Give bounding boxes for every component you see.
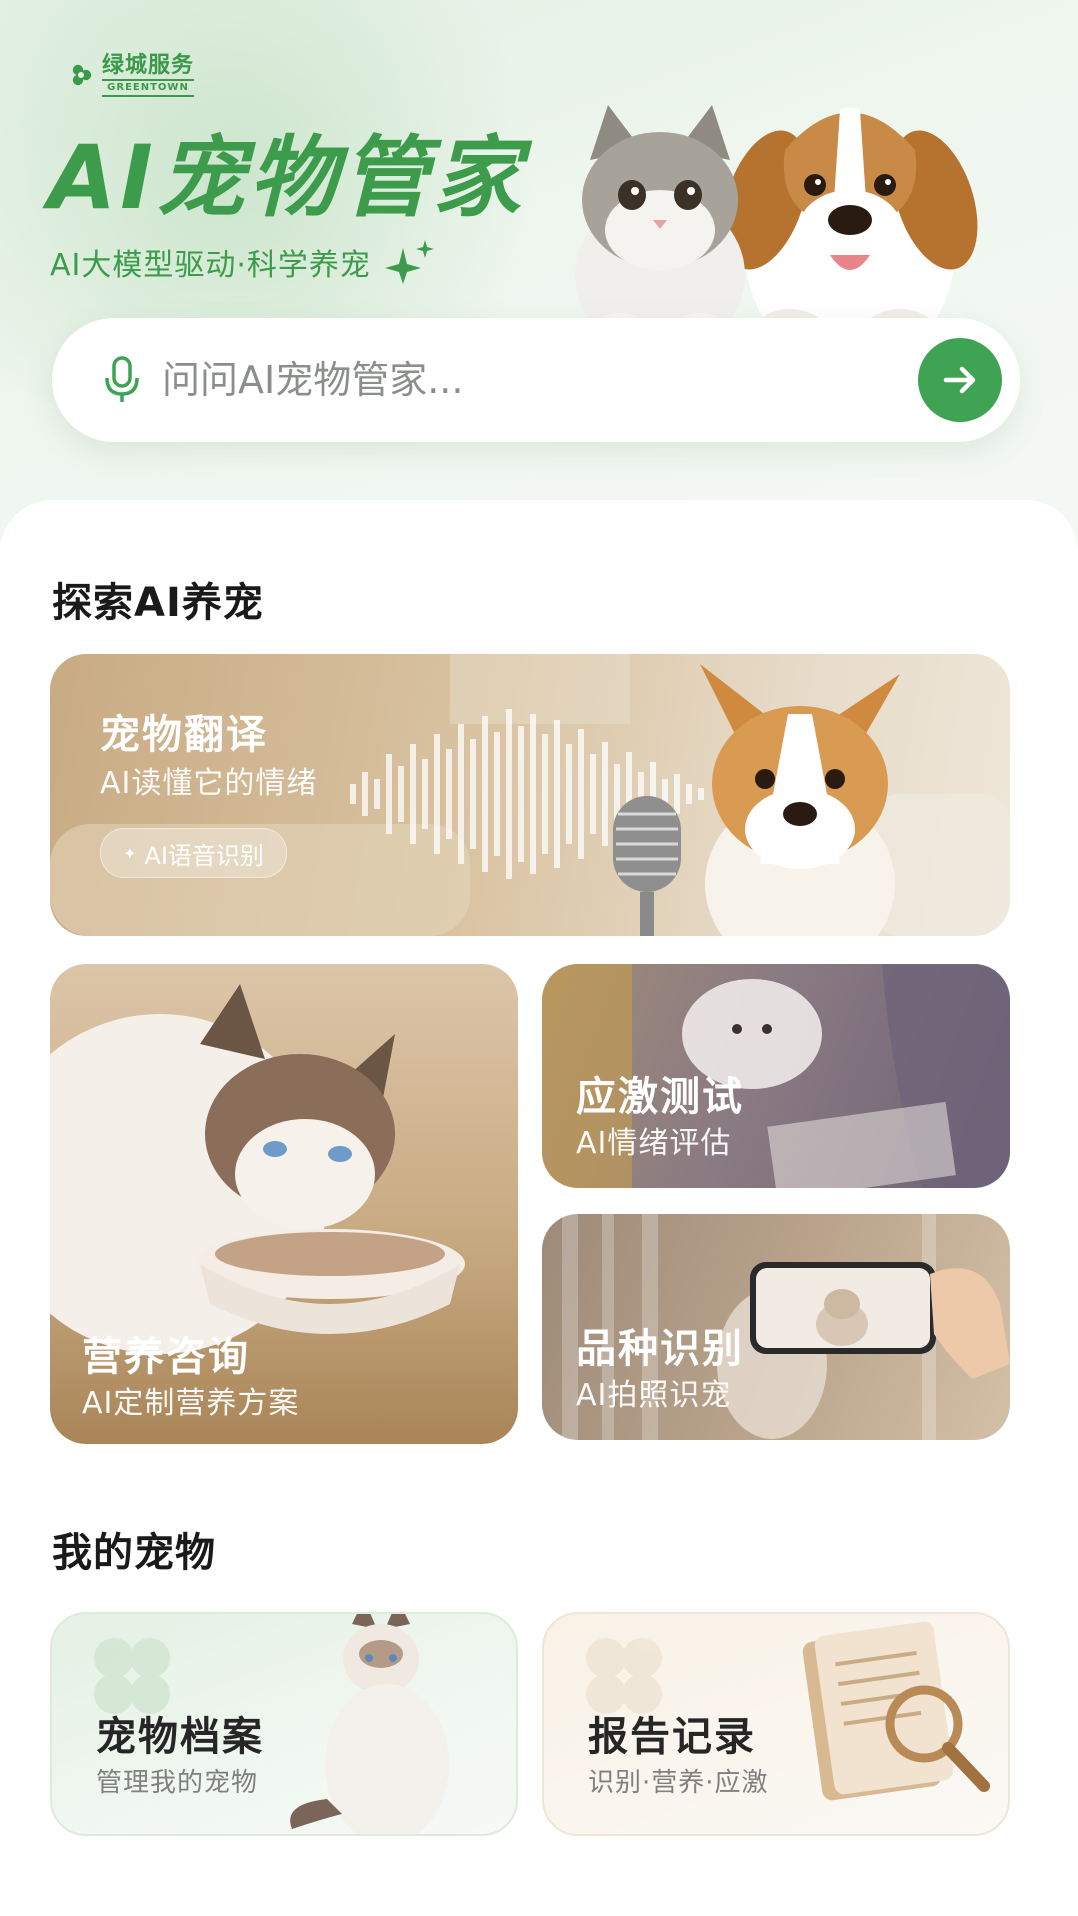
- hero-banner: 绿城服务 GREENTOWN AI宠物管家 AI大模型驱动·科学养宠: [0, 0, 1078, 540]
- send-button[interactable]: [918, 338, 1002, 422]
- greentown-logo-icon: [53, 56, 92, 94]
- brand-logo: 绿城服务 GREENTOWN: [50, 48, 195, 102]
- pet-translate-title: 宠物翻译: [100, 712, 268, 758]
- page-subtitle: AI大模型驱动·科学养宠: [50, 248, 371, 283]
- page-title: AI宠物管家: [48, 126, 525, 229]
- stress-test-title: 应激测试: [576, 1074, 744, 1120]
- star-icon: ✦: [123, 843, 137, 863]
- stress-test-card[interactable]: 应激测试 AI情绪评估: [542, 964, 1010, 1188]
- breed-recognition-card[interactable]: 品种识别 AI拍照识宠: [542, 1214, 1010, 1440]
- pet-translate-card[interactable]: 宠物翻译 AI读懂它的情绪 ✦ AI语音识别: [50, 654, 1010, 936]
- explore-section-title: 探索AI养宠: [52, 580, 264, 626]
- breed-recognition-subtitle: AI拍照识宠: [576, 1378, 732, 1413]
- search-input[interactable]: [160, 357, 864, 403]
- report-records-card[interactable]: 报告记录 识别·营养·应激: [542, 1612, 1010, 1836]
- my-pets-section-title: 我的宠物: [52, 1530, 216, 1576]
- sparkle-icon: [384, 240, 434, 284]
- ask-search-bar[interactable]: [52, 318, 1020, 442]
- pet-profile-title: 宠物档案: [96, 1714, 264, 1760]
- pet-profile-subtitle: 管理我的宠物: [96, 1768, 259, 1798]
- nutrition-consult-subtitle: AI定制营养方案: [82, 1386, 300, 1421]
- pet-profile-card[interactable]: 宠物档案 管理我的宠物: [50, 1612, 518, 1836]
- clover-icon: [586, 1638, 662, 1714]
- hero-subtitle-row: AI大模型驱动·科学养宠: [50, 240, 437, 284]
- stress-test-subtitle: AI情绪评估: [576, 1126, 732, 1161]
- voice-recognition-chip-label: AI语音识别: [144, 841, 264, 870]
- report-records-subtitle: 识别·营养·应激: [588, 1768, 769, 1798]
- arrow-right-icon: [943, 366, 976, 394]
- nutrition-consult-card[interactable]: 营养咨询 AI定制营养方案: [50, 964, 518, 1444]
- breed-recognition-title: 品种识别: [576, 1326, 744, 1372]
- report-records-title: 报告记录: [588, 1714, 756, 1760]
- brand-name-cn: 绿城服务: [102, 53, 195, 78]
- brand-name-en: GREENTOWN: [102, 79, 195, 97]
- pet-translate-subtitle: AI读懂它的情绪: [100, 766, 318, 801]
- clover-icon: [94, 1638, 170, 1714]
- microphone-icon[interactable]: [102, 356, 142, 404]
- nutrition-consult-title: 营养咨询: [82, 1334, 250, 1380]
- voice-recognition-chip: ✦ AI语音识别: [100, 828, 287, 878]
